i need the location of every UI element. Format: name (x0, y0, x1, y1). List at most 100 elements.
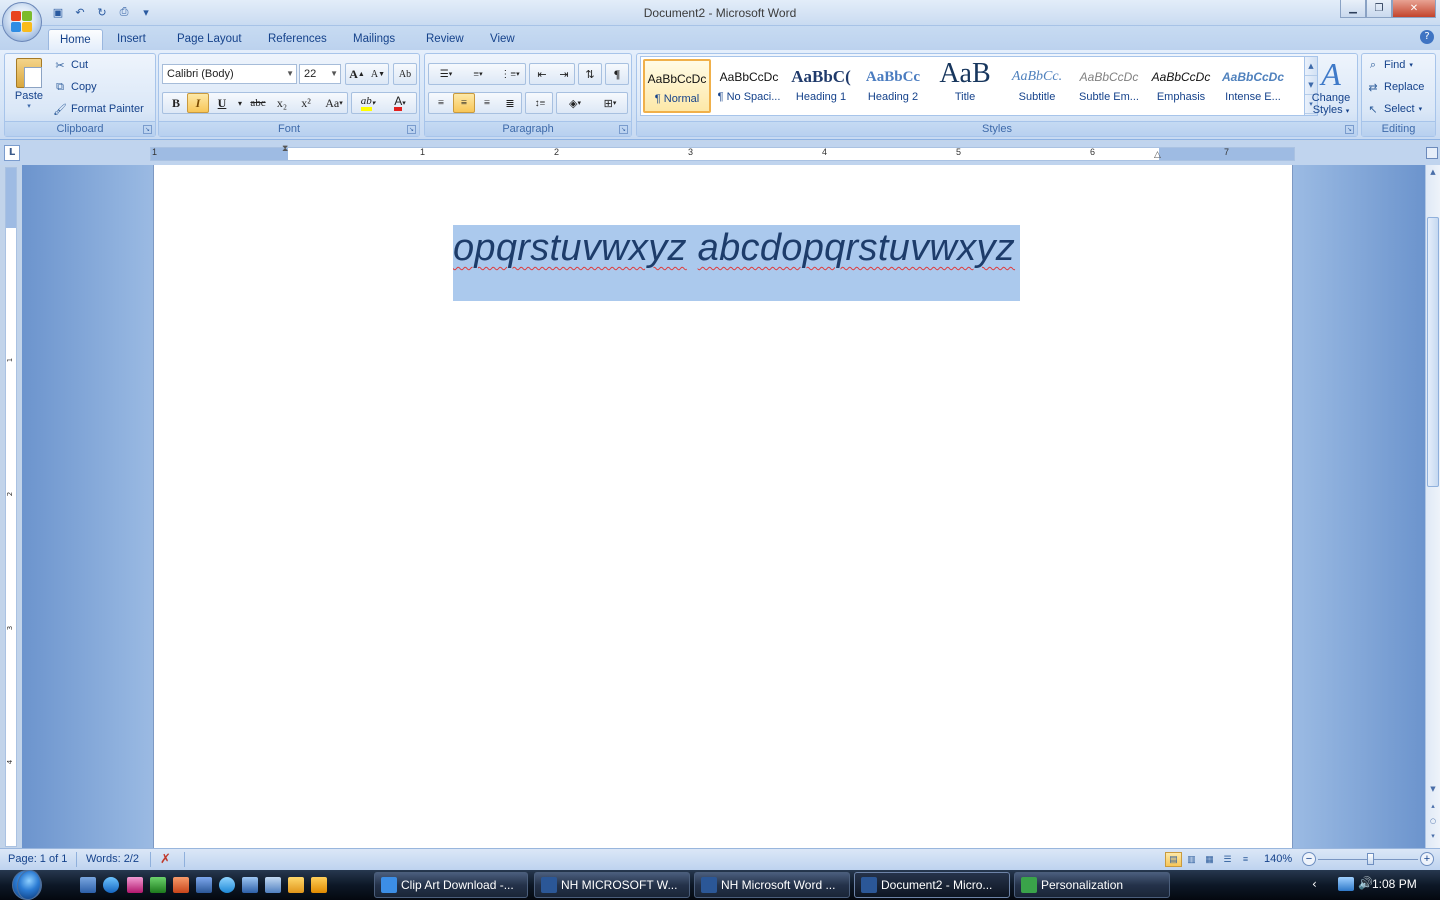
taskbar-item-nh-word-2[interactable]: NH Microsoft Word ... (694, 872, 850, 898)
show-desktop-icon[interactable] (80, 877, 96, 893)
zoom-out-button[interactable]: − (1302, 852, 1316, 866)
select-button[interactable]: ↖ Select ▾ (1366, 99, 1422, 119)
full-screen-reading-icon[interactable]: ▥ (1183, 852, 1200, 867)
search-icon[interactable] (219, 877, 235, 893)
style-heading-1[interactable]: AaBbC( Heading 1 (787, 59, 855, 113)
tab-selector-button[interactable]: L (4, 145, 20, 161)
lightning-icon[interactable] (288, 877, 304, 893)
replace-button[interactable]: ⇄ Replace (1366, 77, 1424, 97)
shading-icon[interactable]: ◈ ▾ (559, 93, 591, 113)
multilevel-list-icon[interactable]: ⋮≡ ▾ (495, 64, 525, 84)
cut-button[interactable]: ✂ Cut (53, 55, 88, 75)
vertical-ruler[interactable]: 1 2 3 4 (5, 167, 17, 847)
view-ruler-icon[interactable] (1426, 147, 1438, 159)
style-subtle-emphasis[interactable]: AaBbCcDc Subtle Em... (1075, 59, 1143, 113)
tab-view[interactable]: View (479, 29, 526, 50)
outline-icon[interactable]: ☰ (1219, 852, 1236, 867)
styles-launcher-icon[interactable]: ↘ (1345, 125, 1354, 134)
previous-page-icon[interactable]: ▴ (1426, 799, 1440, 814)
paste-button[interactable]: Paste ▾ (9, 56, 49, 118)
help-icon[interactable]: ? (1420, 30, 1434, 44)
taskbar-item-document2[interactable]: Document2 - Micro... (854, 872, 1010, 898)
style-title[interactable]: AaB Title (931, 59, 999, 113)
tab-home[interactable]: Home (48, 29, 103, 50)
browse-object-icon[interactable]: ○ (1426, 814, 1440, 829)
increase-indent-icon[interactable]: ⇥ (553, 64, 575, 84)
decrease-indent-icon[interactable]: ⇤ (531, 64, 553, 84)
taskbar-item-clipart[interactable]: Clip Art Download -... (374, 872, 528, 898)
font-launcher-icon[interactable]: ↘ (407, 125, 416, 134)
excel-icon[interactable] (150, 877, 166, 893)
word-count[interactable]: Words: 2/2 (86, 853, 139, 865)
minimize-button[interactable]: ▁ (1340, 0, 1366, 18)
tab-mailings[interactable]: Mailings (342, 29, 406, 50)
bullets-icon[interactable]: ☰ ▾ (431, 64, 461, 84)
style-subtitle[interactable]: AaBbCc. Subtitle (1003, 59, 1071, 113)
zoom-in-button[interactable]: + (1420, 852, 1434, 866)
right-indent-marker-icon[interactable]: △ (1154, 150, 1161, 160)
start-button[interactable] (8, 868, 46, 900)
powerpoint-icon[interactable] (173, 877, 189, 893)
find-button[interactable]: ⌕ Find ▾ (1366, 55, 1413, 75)
paragraph-launcher-icon[interactable]: ↘ (619, 125, 628, 134)
proofing-icon[interactable]: ✗ (160, 851, 171, 867)
highlight-button[interactable]: ab ▾ (354, 93, 382, 113)
close-button[interactable]: ✕ (1392, 0, 1436, 18)
align-left-icon[interactable]: ≡ (430, 93, 452, 113)
tab-references[interactable]: References (257, 29, 338, 50)
align-center-icon[interactable]: ≡ (453, 93, 475, 113)
taskbar-item-nh-word-1[interactable]: NH MICROSOFT W... (534, 872, 690, 898)
borders-icon[interactable]: ⊞ ▾ (594, 93, 626, 113)
maximize-button[interactable]: ❐ (1366, 0, 1392, 18)
clipboard-launcher-icon[interactable]: ↘ (143, 125, 152, 134)
change-styles-button[interactable]: A Change Styles ▾ (1309, 56, 1353, 118)
zoom-level[interactable]: 140% (1264, 853, 1292, 865)
scroll-thumb[interactable] (1427, 217, 1439, 487)
format-painter-button[interactable]: 🖌 Format Painter (53, 99, 144, 119)
numbering-icon[interactable]: ≡ ▾ (463, 64, 493, 84)
clear-formatting-icon[interactable]: Ab (394, 64, 416, 84)
word-icon[interactable] (196, 877, 212, 893)
internet-explorer-icon[interactable] (103, 877, 119, 893)
document-text[interactable]: opqrstuvwxyz abcdopqrstuvwxyz (453, 227, 1015, 270)
clock[interactable]: 1:08 PM (1372, 877, 1417, 891)
strikethrough-button[interactable]: abc (247, 93, 269, 113)
print-layout-icon[interactable]: ▤ (1165, 852, 1182, 867)
change-case-button[interactable]: Aa ▾ (320, 93, 348, 113)
font-size-select[interactable]: 22 ▼ (299, 64, 341, 84)
sort-icon[interactable]: ⇅ (579, 64, 601, 84)
subscript-button[interactable]: x₂ (271, 93, 293, 113)
network-icon[interactable] (265, 877, 281, 893)
horizontal-ruler[interactable]: 1 1 2 3 4 5 6 7 ⧗ △ (150, 144, 1295, 161)
show-formatting-marks-button[interactable]: ¶ (606, 64, 628, 84)
shrink-font-button[interactable]: A ▼ (367, 64, 389, 84)
italic-button[interactable]: I (187, 93, 209, 113)
web-layout-icon[interactable]: ▦ (1201, 852, 1218, 867)
font-color-button[interactable]: A ▾ (386, 93, 414, 113)
document-page[interactable]: opqrstuvwxyz abcdopqrstuvwxyz (153, 165, 1293, 848)
bold-button[interactable]: B (165, 93, 187, 113)
superscript-button[interactable]: x² (295, 93, 317, 113)
tab-review[interactable]: Review (415, 29, 475, 50)
media-player-icon[interactable] (311, 877, 327, 893)
network-tray-icon[interactable] (1338, 877, 1354, 891)
style-intense-emphasis[interactable]: AaBbCcDc Intense E... (1219, 59, 1287, 113)
style-normal[interactable]: AaBbCcDc ¶ Normal (643, 59, 711, 113)
paint-icon[interactable] (127, 877, 143, 893)
tab-insert[interactable]: Insert (106, 29, 157, 50)
style-heading-2[interactable]: AaBbCc Heading 2 (859, 59, 927, 113)
scroll-up-icon[interactable]: ▲ (1426, 165, 1440, 180)
vertical-scrollbar[interactable]: ▲ ▼ ▴ ○ ▾ (1425, 165, 1440, 848)
page-count[interactable]: Page: 1 of 1 (8, 853, 67, 865)
taskbar-item-personalization[interactable]: Personalization (1014, 872, 1170, 898)
draft-icon[interactable]: ≡ (1237, 852, 1254, 867)
justify-icon[interactable]: ≣ (499, 93, 521, 113)
line-spacing-icon[interactable]: ↕≡ (527, 93, 553, 113)
computer-icon[interactable] (242, 877, 258, 893)
indent-marker-icon[interactable]: ⧗ (282, 144, 288, 154)
scroll-down-icon[interactable]: ▼ (1426, 782, 1440, 797)
copy-button[interactable]: ⧉ Copy (53, 77, 97, 97)
align-right-icon[interactable]: ≡ (476, 93, 498, 113)
zoom-slider-thumb[interactable] (1367, 853, 1374, 865)
tab-page-layout[interactable]: Page Layout (166, 29, 253, 50)
